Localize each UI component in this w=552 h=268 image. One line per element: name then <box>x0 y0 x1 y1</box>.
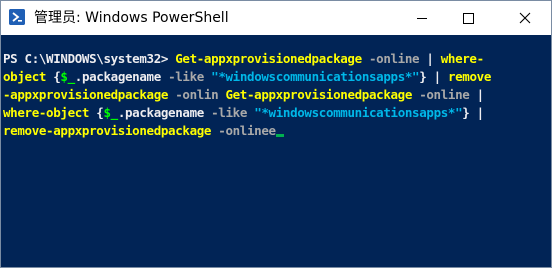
console-token-param: -online <box>412 87 470 102</box>
console-token-param: -like <box>168 69 212 84</box>
console-token-brace: { <box>89 105 104 120</box>
console-token-param: -online <box>361 51 420 66</box>
console-token-brace: { <box>46 69 61 84</box>
console-line: object {$_.packagename -like "*windowsco… <box>3 68 491 86</box>
console-line: remove-appxprovisionedpackage -onlinee <box>3 122 284 140</box>
console-token-str: "*windowscommunicationsapps*" <box>254 105 463 120</box>
console-token-prompt: PS C:\WINDOWS\system32> <box>3 51 176 66</box>
console-token-param: -onlin <box>168 87 226 102</box>
console-token-cmd: Get-appxprovisionedpackage <box>175 51 362 66</box>
minimize-button[interactable] <box>399 1 445 35</box>
console-token-pipe: | <box>419 51 441 66</box>
console-token-cmd: remove <box>447 69 492 84</box>
console-token-var: $_ <box>60 69 75 84</box>
console-token-pipe: | <box>426 69 448 84</box>
console-line: PS C:\WINDOWS\system32> Get-appxprovisio… <box>3 50 484 68</box>
window-title: 管理员: Windows PowerShell <box>34 10 229 26</box>
close-button[interactable] <box>498 1 551 35</box>
minimize-icon <box>417 18 427 19</box>
console-token-pipe: | <box>469 87 485 102</box>
console-token-param: -like <box>211 105 255 120</box>
console-line: where-object {$_.packagename -like "*win… <box>3 104 484 122</box>
close-icon <box>519 12 531 24</box>
console-token-param: -onlinee <box>211 123 276 138</box>
console-token-pipe: | <box>469 105 485 120</box>
console-line: -appxprovisionedpackage -onlin Get-appxp… <box>3 86 484 104</box>
console-token-cmd: where-object <box>3 105 90 120</box>
console-token-cmd: Get-appxprovisionedpackage <box>225 87 413 102</box>
console-token-prop: .packagename <box>74 69 169 84</box>
console-token-var: $_ <box>103 105 118 120</box>
console-token-str: "*windowscommunicationsapps*" <box>211 69 420 84</box>
maximize-icon <box>463 13 474 24</box>
maximize-button[interactable] <box>445 1 491 35</box>
console-area[interactable]: PS C:\WINDOWS\system32> Get-appxprovisio… <box>1 35 551 267</box>
console-token-cmd: -appxprovisionedpackage <box>3 87 169 102</box>
console-token-cmd: remove-appxprovisionedpackage <box>3 123 212 138</box>
console-token-cmd: object <box>3 69 47 84</box>
text-cursor <box>275 134 284 137</box>
powershell-window: 管理员: Windows PowerShell PS C:\WINDOWS\sy… <box>0 0 552 268</box>
title-bar[interactable]: 管理员: Windows PowerShell <box>1 1 551 35</box>
console-token-cmd: where- <box>440 51 484 66</box>
console-token-prop: .packagename <box>117 105 212 120</box>
powershell-icon <box>9 9 25 25</box>
